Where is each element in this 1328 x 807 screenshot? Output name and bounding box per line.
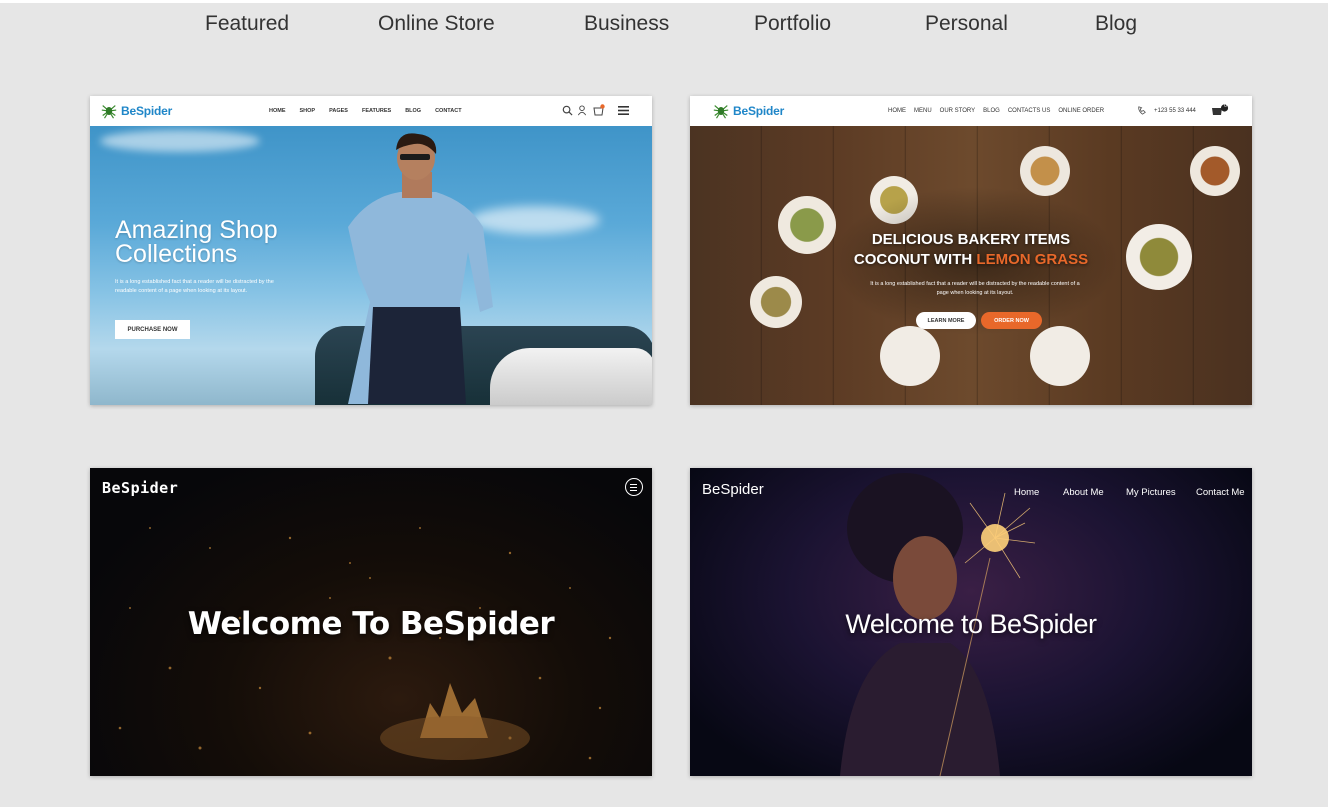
restaurant-menu-blog: BLOG	[983, 108, 1000, 114]
template-card-shop[interactable]: BeSpider HOME SHOP PAGES FEATURES BLOG C…	[90, 96, 652, 405]
tab-blog[interactable]: Blog	[1095, 12, 1137, 36]
cart-icon	[593, 104, 605, 116]
restaurant-hero: DELICIOUS BAKERY ITEMS COCONUT WITH LEMO…	[690, 126, 1252, 405]
restaurant-menu-menu: MENU	[914, 108, 932, 114]
model-man-image	[348, 133, 493, 404]
phone-icon	[1138, 106, 1146, 115]
template-filter-nav: Featured Online Store Business Portfolio…	[0, 12, 1328, 40]
restaurant-hero-title: DELICIOUS BAKERY ITEMS COCONUT WITH LEMO…	[690, 230, 1252, 270]
shop-hero-title: Amazing Shop Collections	[115, 216, 278, 268]
restaurant-hero-title-line1: DELICIOUS BAKERY ITEMS	[871, 231, 1071, 248]
plate-image	[1190, 146, 1240, 196]
tab-personal[interactable]: Personal	[925, 12, 1008, 36]
restaurant-mini-menu: HOME MENU OUR STORY BLOG CONTACTS US ONL…	[888, 108, 1104, 114]
city-logo: BeSpider	[102, 479, 179, 497]
shop-logo-text: BeSpider	[121, 104, 173, 118]
personal-nav-about: About Me	[1063, 487, 1104, 498]
shop-menu-pages: PAGES	[329, 108, 348, 114]
shop-hero: Amazing Shop Collections It is a long es…	[90, 126, 652, 405]
tab-portfolio[interactable]: Portfolio	[754, 12, 831, 36]
personal-hero: BeSpider Home About Me My Pictures Conta…	[690, 468, 1252, 776]
hamburger-icon	[618, 106, 629, 115]
template-card-restaurant[interactable]: BeSpider HOME MENU OUR STORY BLOG CONTAC…	[690, 96, 1252, 405]
spider-icon	[713, 105, 729, 119]
shop-logo: BeSpider	[100, 102, 172, 120]
restaurant-menu-online-order: ONLINE ORDER	[1058, 108, 1105, 114]
shop-menu-features: FEATURES	[361, 108, 392, 114]
restaurant-title-white: COCONUT WITH	[853, 251, 973, 268]
menu-circle-icon	[625, 478, 643, 496]
shop-menu-home: HOME	[269, 108, 286, 114]
shop-hero-title-line1: Amazing Shop	[115, 216, 278, 244]
purchase-now-button[interactable]: PURCHASE NOW	[115, 320, 190, 339]
order-now-button[interactable]: ORDER NOW	[981, 312, 1042, 329]
personal-nav-contact: Contact Me	[1196, 487, 1245, 498]
restaurant-title-highlight: LEMON GRASS	[976, 251, 1089, 268]
shop-menu-contact: CONTACT	[435, 108, 462, 114]
cloud-shape	[100, 130, 260, 152]
personal-logo: BeSpider	[702, 481, 764, 498]
restaurant-hero-text: It is a long established fact that a rea…	[870, 281, 1080, 296]
search-icon	[562, 105, 573, 116]
user-icon	[577, 105, 587, 116]
template-card-personal[interactable]: BeSpider Home About Me My Pictures Conta…	[690, 468, 1252, 776]
shop-mini-header: BeSpider HOME SHOP PAGES FEATURES BLOG C…	[90, 96, 652, 126]
template-card-city[interactable]: BeSpider Welcome To BeSpider	[90, 468, 652, 776]
car-body	[490, 348, 652, 405]
restaurant-logo-text: BeSpider	[733, 104, 785, 118]
personal-nav-pictures: My Pictures	[1126, 487, 1176, 498]
top-strip	[0, 0, 1328, 3]
tab-featured[interactable]: Featured	[205, 12, 289, 36]
city-hero-title: Welcome To BeSpider	[187, 606, 555, 642]
city-hero: BeSpider Welcome To BeSpider	[90, 468, 652, 776]
learn-more-button[interactable]: LEARN MORE	[916, 312, 976, 329]
spider-icon	[101, 105, 117, 119]
restaurant-mini-header: BeSpider HOME MENU OUR STORY BLOG CONTAC…	[690, 96, 1252, 126]
restaurant-menu-contacts: CONTACTS US	[1007, 108, 1051, 114]
shop-menu-shop: SHOP	[299, 108, 316, 114]
restaurant-menu-home: HOME	[888, 108, 906, 114]
personal-hero-title: Welcome to BeSpider	[845, 609, 1097, 639]
personal-nav-home: Home	[1014, 487, 1040, 498]
restaurant-hero-title-line2: COCONUT WITH LEMON GRASS	[690, 250, 1252, 270]
shop-mini-menu: HOME SHOP PAGES FEATURES BLOG CONTACT	[269, 108, 462, 114]
shop-hero-text: It is a long established fact that a rea…	[115, 279, 274, 294]
plate-image	[750, 276, 802, 328]
tab-online-store[interactable]: Online Store	[378, 12, 495, 36]
restaurant-logo: BeSpider	[712, 102, 784, 120]
restaurant-menu-our-story: OUR STORY	[939, 108, 976, 114]
cart-count-badge: 0	[1224, 103, 1227, 109]
restaurant-phone: +123 55 33 444	[1154, 108, 1196, 114]
shop-menu-blog: BLOG	[405, 108, 422, 114]
tab-business[interactable]: Business	[584, 12, 669, 36]
shop-hero-title-line2: Collections	[115, 240, 238, 268]
